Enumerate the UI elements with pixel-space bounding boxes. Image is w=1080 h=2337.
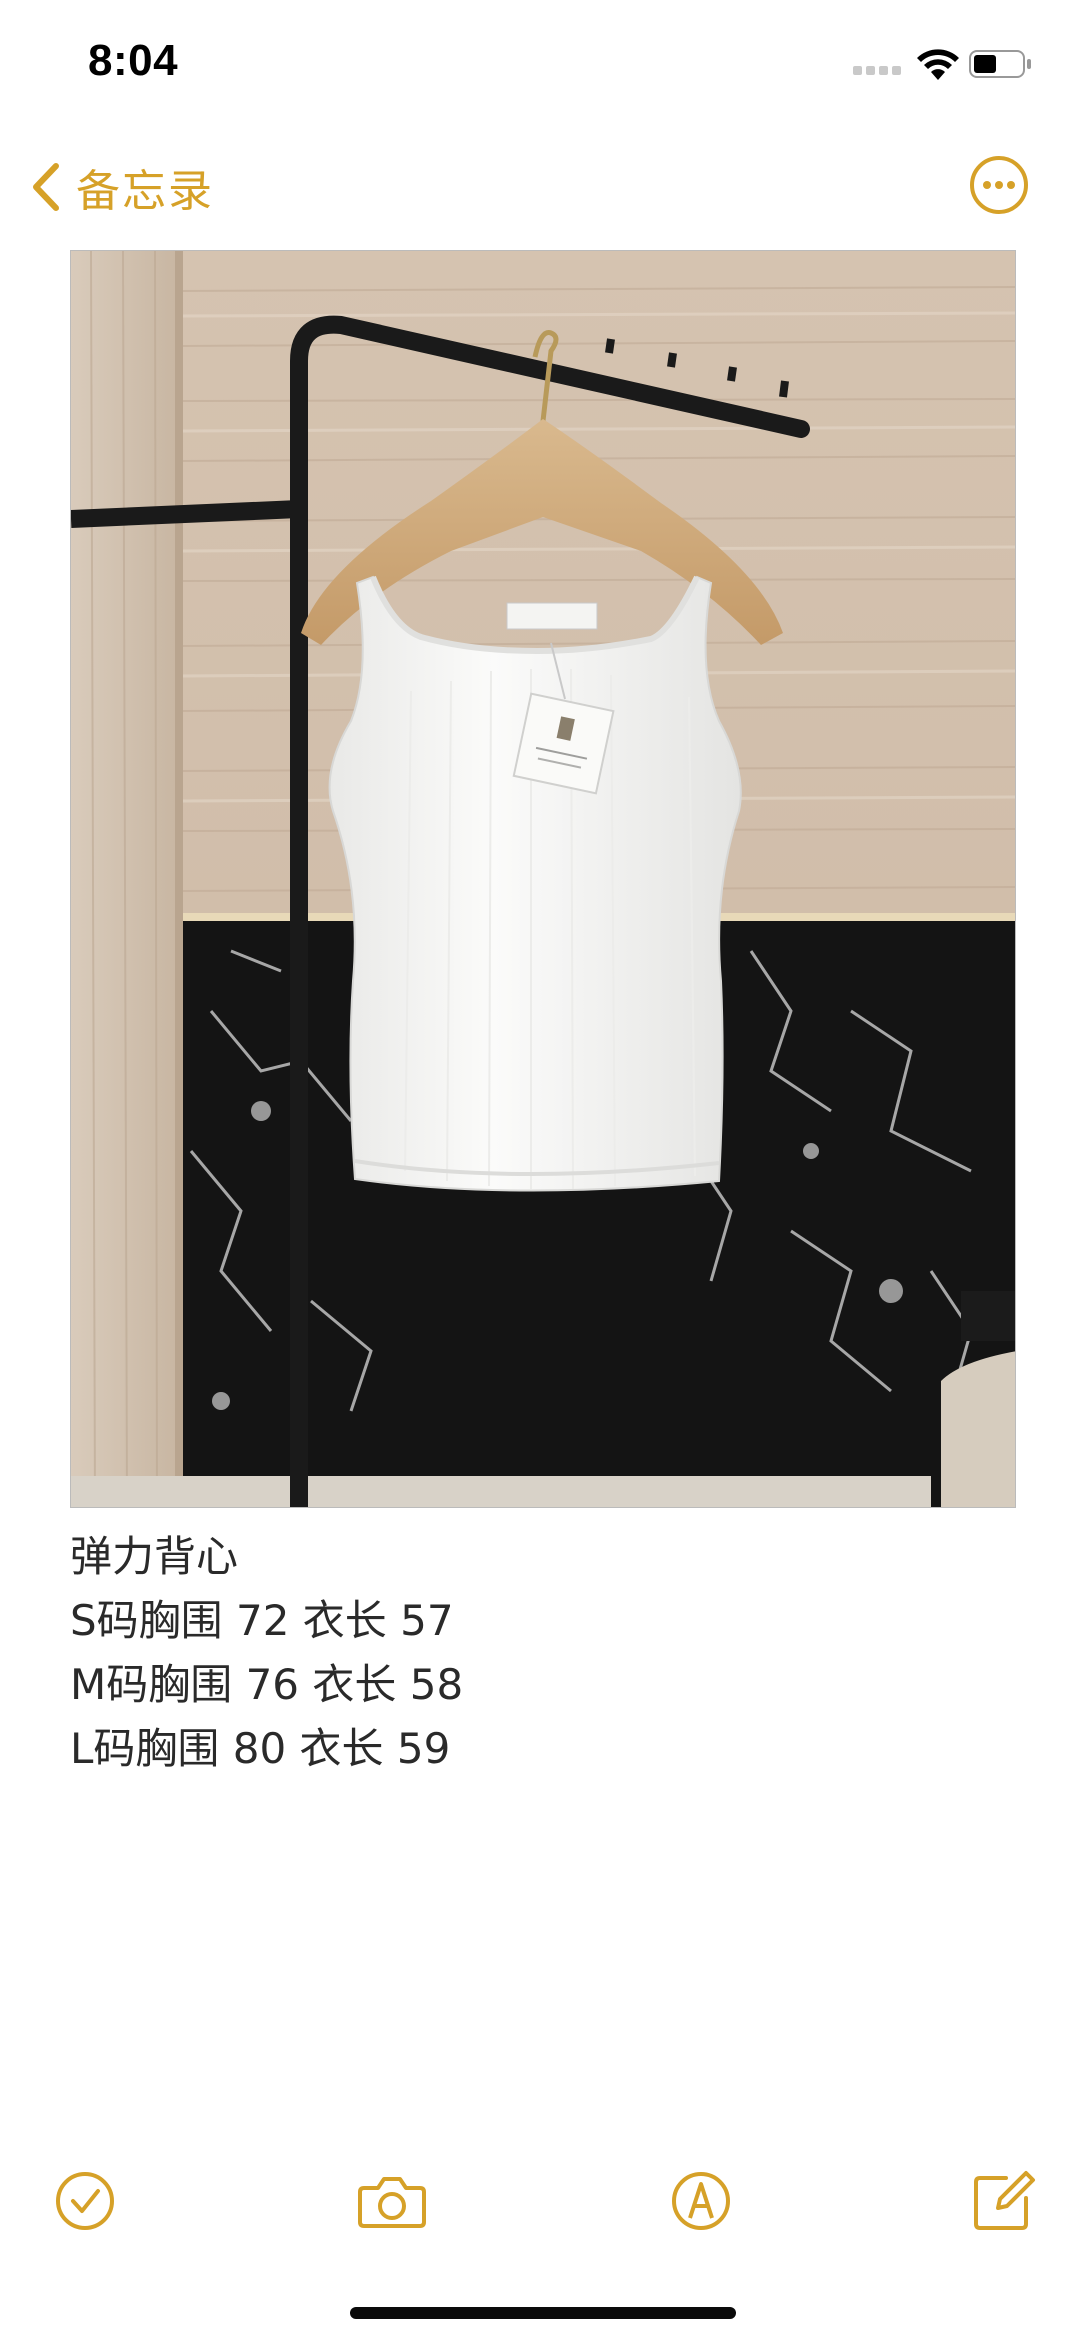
compose-icon[interactable] xyxy=(970,2168,1036,2234)
status-bar: 8:04 xyxy=(0,0,1080,130)
note-line-size-l: L码胸围 80 衣长 59 xyxy=(70,1724,451,1773)
notes-screen: 8:04 备忘录 弹力背心 S码胸围 72 衣长 57 M码胸围 76 衣长 5… xyxy=(0,0,1080,2337)
nav-bar: 备忘录 xyxy=(0,140,1080,230)
checklist-icon[interactable] xyxy=(52,2168,118,2234)
tank-top-photo xyxy=(71,251,1015,1507)
note-line-size-m: M码胸围 76 衣长 58 xyxy=(70,1660,464,1709)
back-label: 备忘录 xyxy=(76,166,214,217)
markup-pen-icon[interactable] xyxy=(668,2168,734,2234)
note-title-line: 弹力背心 xyxy=(70,1532,239,1581)
status-time: 8:04 xyxy=(88,36,179,85)
home-indicator[interactable] xyxy=(350,2307,736,2319)
chevron-left-icon xyxy=(33,163,59,211)
signal-icon xyxy=(853,66,903,78)
note-line-size-s: S码胸围 72 衣长 57 xyxy=(70,1596,454,1645)
wifi-icon xyxy=(917,49,959,80)
ellipsis-circle-icon[interactable] xyxy=(968,154,1030,216)
note-body[interactable]: 弹力背心 S码胸围 72 衣长 57 M码胸围 76 衣长 58 L码胸围 80… xyxy=(70,1525,1010,1781)
bottom-toolbar xyxy=(0,2160,1080,2250)
battery-icon xyxy=(969,50,1031,78)
note-photo[interactable] xyxy=(70,250,1016,1508)
back-button[interactable]: 备忘录 xyxy=(28,158,214,217)
camera-icon[interactable] xyxy=(356,2168,428,2234)
